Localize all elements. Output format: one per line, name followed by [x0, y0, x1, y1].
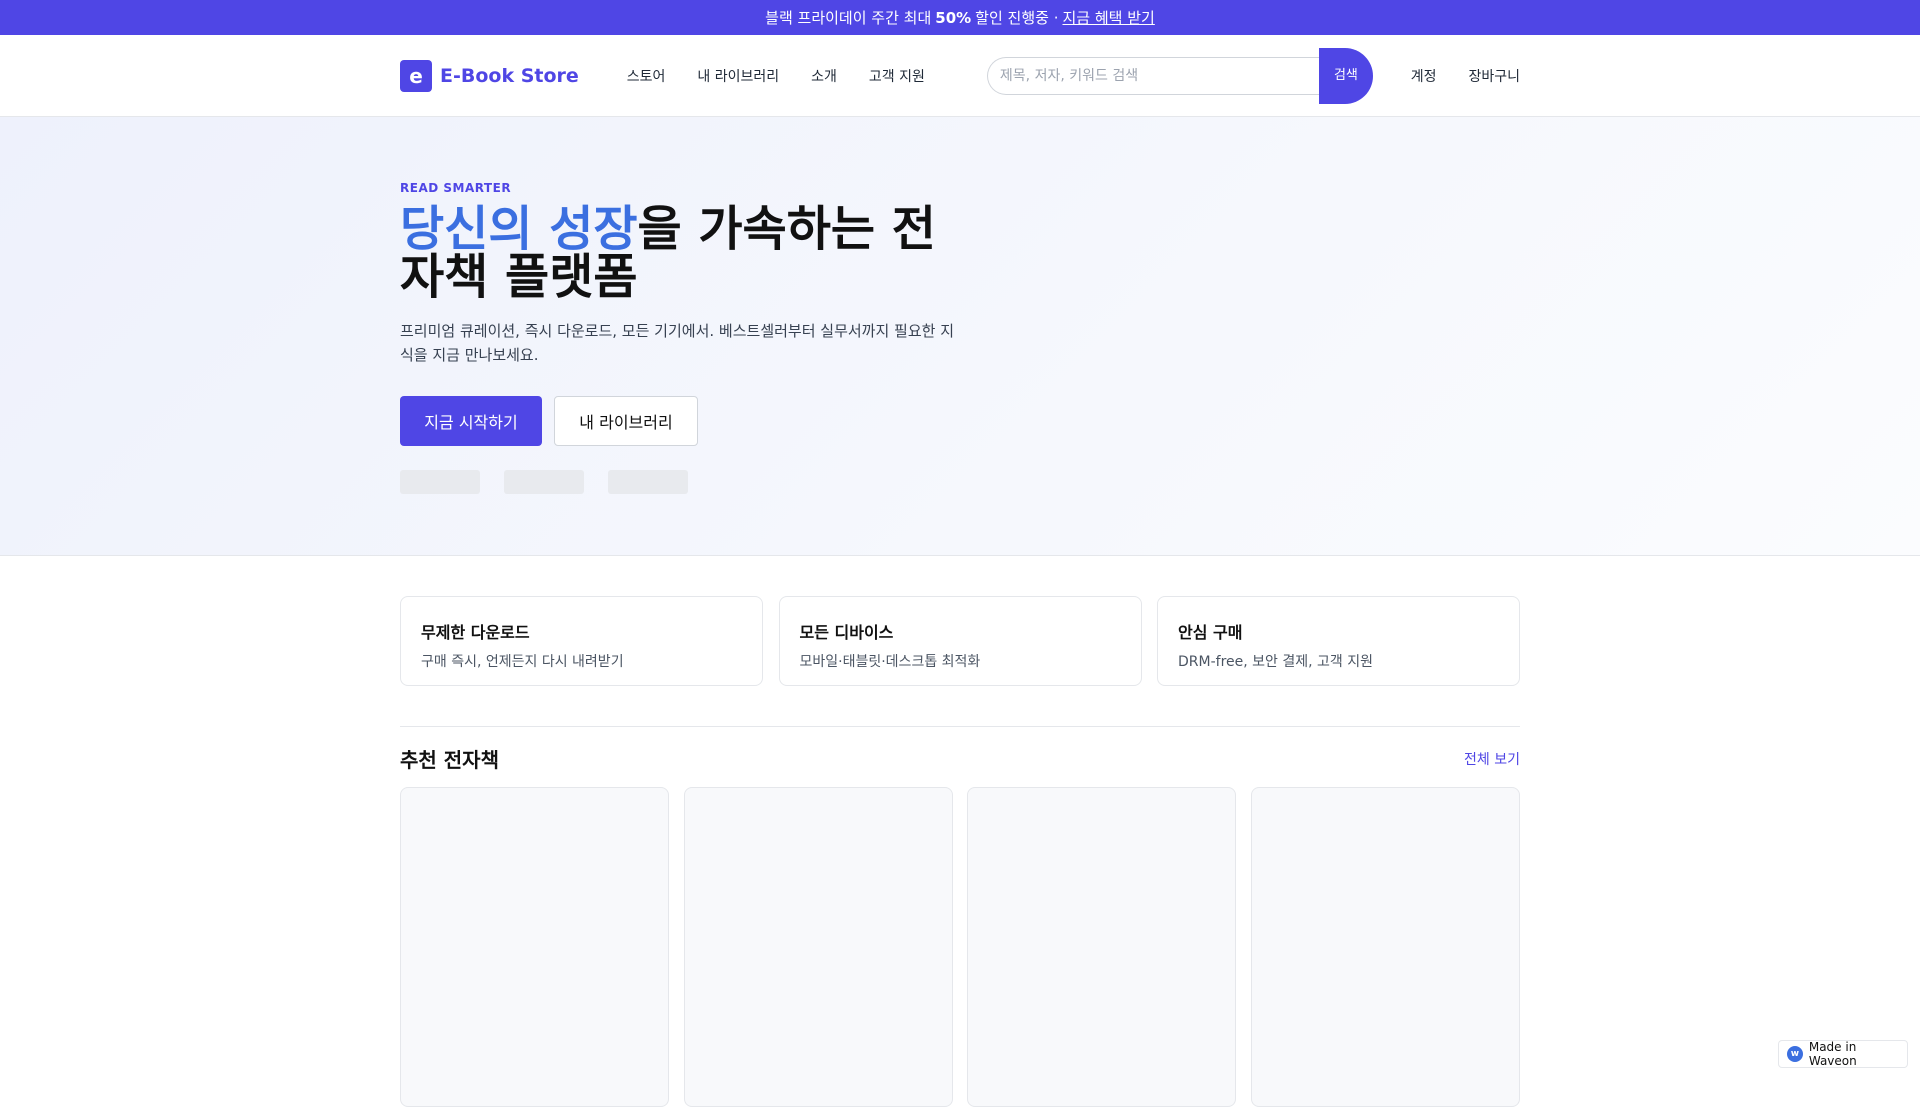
hero-eyebrow: READ SMARTER	[400, 181, 1520, 195]
recommended-title: 추천 전자책	[400, 744, 499, 773]
book-card-placeholder[interactable]	[400, 787, 669, 1107]
feature-cards: 무제한 다운로드 구매 즉시, 언제든지 다시 내려받기 모든 디바이스 모바일…	[400, 596, 1520, 686]
made-in-waveon-badge[interactable]: w Made in Waveon	[1778, 1040, 1908, 1068]
recommended-header: 추천 전자책 전체 보기	[400, 744, 1520, 773]
feature-desc: DRM-free, 보안 결제, 고객 지원	[1178, 651, 1499, 671]
section-divider	[400, 726, 1520, 727]
book-grid	[400, 787, 1520, 1107]
start-now-button[interactable]: 지금 시작하기	[400, 396, 542, 446]
search-input[interactable]	[987, 57, 1319, 95]
account-link[interactable]: 계정	[1411, 66, 1437, 86]
logo-mark-icon: e	[400, 60, 432, 92]
stats-placeholder	[400, 470, 1520, 494]
feature-title: 모든 디바이스	[800, 619, 1121, 643]
feature-desc: 구매 즉시, 언제든지 다시 내려받기	[421, 651, 742, 671]
feature-card: 모든 디바이스 모바일·태블릿·데스크톱 최적화	[779, 596, 1142, 686]
promo-text: 블랙 프라이데이 주간 최대	[765, 7, 931, 28]
view-all-link[interactable]: 전체 보기	[1464, 749, 1520, 769]
skeleton-block	[400, 470, 480, 494]
book-card-placeholder[interactable]	[684, 787, 953, 1107]
nav-item-support[interactable]: 고객 지원	[869, 66, 925, 86]
nav-item-library[interactable]: 내 라이브러리	[697, 66, 779, 86]
my-library-button[interactable]: 내 라이브러리	[554, 396, 698, 446]
hero-section: READ SMARTER 당신의 성장을 가속하는 전자책 플랫폼 프리미엄 큐…	[0, 117, 1920, 556]
feature-title: 안심 구매	[1178, 619, 1499, 643]
search-button[interactable]: 검색	[1319, 48, 1373, 104]
search-bar: 검색	[987, 48, 1373, 104]
book-card-placeholder[interactable]	[967, 787, 1236, 1107]
skeleton-block	[504, 470, 584, 494]
header-actions: 계정 장바구니	[1379, 66, 1520, 86]
badge-label: Made in Waveon	[1809, 1040, 1907, 1068]
feature-title: 무제한 다운로드	[421, 619, 742, 643]
site-header: e E-Book Store 스토어 내 라이브러리 소개 고객 지원 검색 계…	[0, 35, 1920, 117]
book-card-placeholder[interactable]	[1251, 787, 1520, 1107]
promo-suffix: 할인 진행중 ·	[975, 7, 1058, 28]
nav-item-store[interactable]: 스토어	[627, 66, 666, 86]
promo-link[interactable]: 지금 혜택 받기	[1062, 7, 1154, 28]
nav-item-about[interactable]: 소개	[811, 66, 837, 86]
hero-title: 당신의 성장을 가속하는 전자책 플랫폼	[400, 205, 960, 301]
waveon-icon: w	[1787, 1046, 1803, 1062]
feature-card: 안심 구매 DRM-free, 보안 결제, 고객 지원	[1157, 596, 1520, 686]
hero-description: 프리미엄 큐레이션, 즉시 다운로드, 모든 기기에서. 베스트셀러부터 실무서…	[400, 319, 960, 367]
cart-link[interactable]: 장바구니	[1468, 66, 1520, 86]
hero-ctas: 지금 시작하기 내 라이브러리	[400, 396, 1520, 446]
skeleton-block	[608, 470, 688, 494]
feature-card: 무제한 다운로드 구매 즉시, 언제든지 다시 내려받기	[400, 596, 763, 686]
logo[interactable]: e E-Book Store	[400, 60, 579, 92]
promo-banner: 블랙 프라이데이 주간 최대 50% 할인 진행중 · 지금 혜택 받기	[0, 0, 1920, 35]
promo-highlight: 50%	[935, 9, 971, 27]
feature-desc: 모바일·태블릿·데스크톱 최적화	[800, 651, 1121, 671]
main-nav: 스토어 내 라이브러리 소개 고객 지원	[627, 66, 957, 86]
logo-text: E-Book Store	[440, 65, 579, 87]
